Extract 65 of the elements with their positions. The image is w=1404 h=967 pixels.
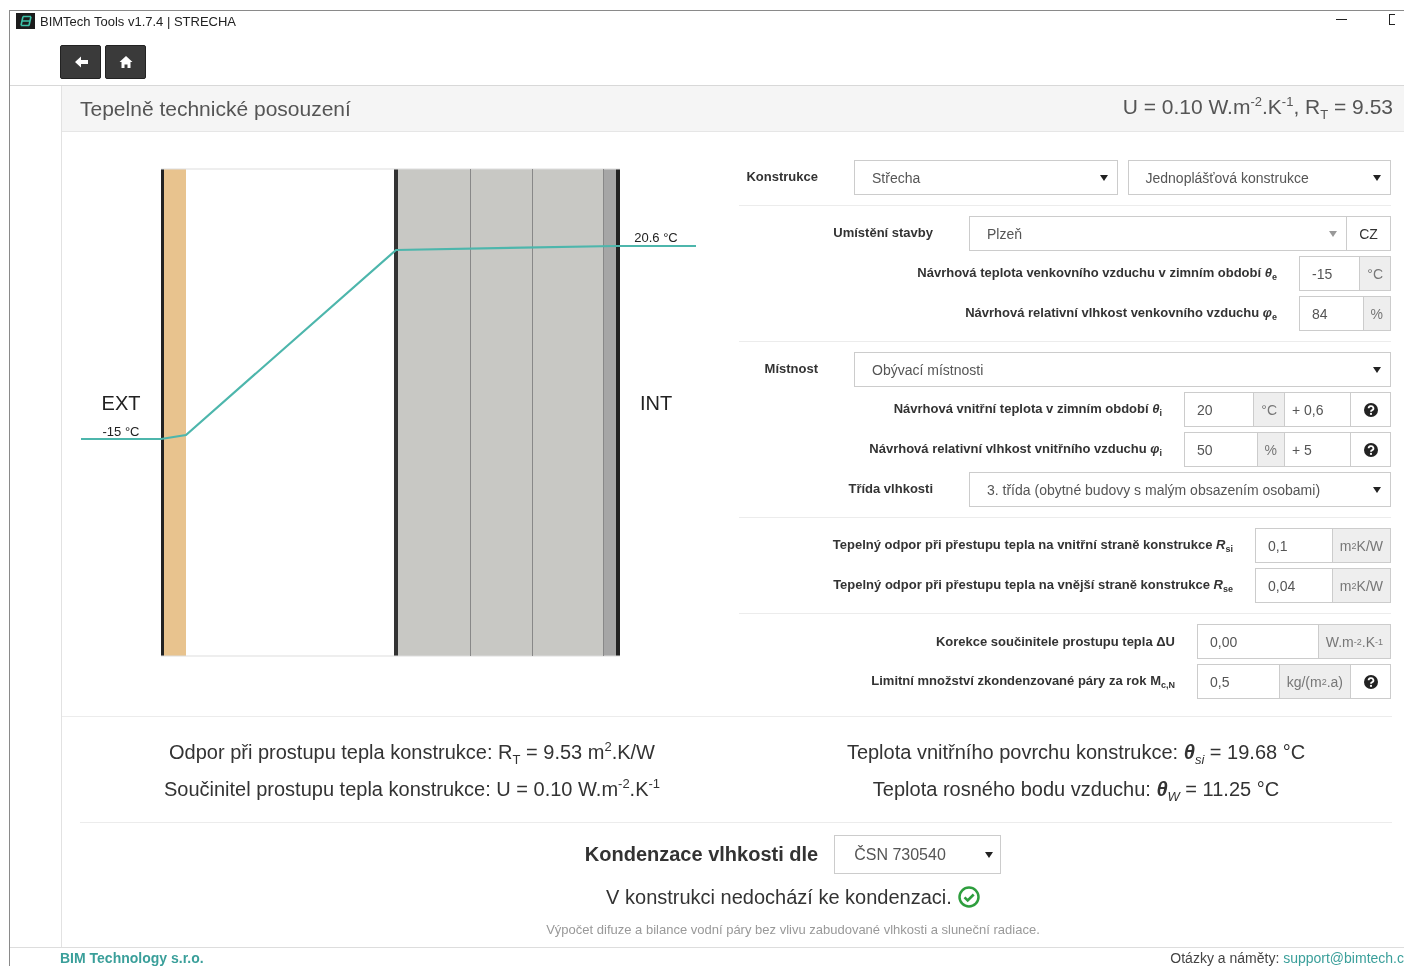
unit-label: % [1257, 432, 1285, 467]
result-text: Součinitel prostupu tepla konstrukce: U = 0.10 W.m$^{-2}$.K$^{-1}$ [163, 775, 661, 802]
help-icon[interactable] [1363, 442, 1378, 457]
calculation-note: Výpočet difuze a bilance vodní páry bez vlivu zabudované vlhkosti a sluneční radiace. [546, 921, 1040, 939]
input-field[interactable]: 84 [1299, 296, 1364, 331]
u-value-summary: U = 0.10 W.m$^{-2}$.K$^{-1}$, R$_{T}$ = 9.53 [1122, 94, 1393, 123]
unit-label: kg/(m$^{2}$.a) [1279, 664, 1351, 699]
caret-icon [1329, 230, 1337, 237]
contact-label: Otázky a náměty: [1170, 950, 1281, 966]
unit-label: m$^{2}$K/W [1332, 528, 1391, 563]
dropdown[interactable]: Jednoplášťová konstrukce [1127, 160, 1391, 195]
maximize-icon[interactable] [1389, 14, 1395, 25]
help-icon[interactable] [1363, 402, 1378, 417]
home-button[interactable] [105, 45, 146, 79]
page-title: Tepelně technické posouzení [80, 96, 351, 121]
exterior-label: EXT [101, 392, 141, 414]
field-label: Korekce součinitele prostupu tepla ΔU [934, 634, 1176, 649]
input-field[interactable]: 50 [1184, 432, 1258, 467]
interior-temperature: 20.6 °C [634, 230, 678, 245]
help-icon[interactable] [1363, 674, 1378, 689]
interior-label: INT [639, 392, 673, 414]
field-label: Návrhová teplota venkovního vzduchu v zimním období θ$_{e}$ [916, 265, 1278, 282]
country-code: CZ [1347, 216, 1391, 251]
input-field[interactable]: 0,5 [1197, 664, 1280, 699]
dropdown[interactable]: Střecha [854, 160, 1118, 195]
caret-icon [1373, 486, 1381, 493]
tolerance-field[interactable]: + 5 [1285, 432, 1351, 467]
unit-label: °C [1360, 256, 1391, 291]
dropdown[interactable]: Obývací místnosti [854, 352, 1391, 387]
app-logo-icon [16, 13, 35, 29]
unit-label: °C [1254, 392, 1285, 427]
tolerance-field[interactable]: + 0,6 [1285, 392, 1351, 427]
unit-label: m$^{2}$K/W [1332, 568, 1391, 603]
result-text: Teplota rosného bodu vzduchu: θ$_{W}$ = 11.25 °C [872, 777, 1280, 806]
result-text: Teplota vnitřního povrchu konstrukce: θ$_{si}$ = 19.68 °C [846, 740, 1306, 769]
field-label: Tepelný odpor při přestupu tepla na vnější straně konstrukce R$_{se}$ [832, 577, 1234, 594]
input-field[interactable]: 0,00 [1197, 624, 1319, 659]
field-label: Umístění stavby [832, 224, 934, 240]
input-field[interactable]: 0,1 [1255, 528, 1333, 563]
input-field[interactable]: 0,04 [1255, 568, 1333, 603]
caret-icon [1373, 174, 1381, 181]
caret-icon [1099, 174, 1108, 181]
field-label: Třída vlhkosti [847, 480, 934, 496]
combobox[interactable]: Plzeň [969, 216, 1347, 251]
input-field[interactable]: 20 [1184, 392, 1255, 427]
condensation-result: V konstrukci nedochází ke kondenzaci. [606, 885, 952, 909]
field-label: Konstrukce [745, 168, 819, 184]
result-text: Odpor při prostupu tepla konstrukce: R$_{T}$ = 9.53 m$^{2}$.K/W [169, 738, 655, 769]
field-label: Limitní množství zkondenzované páry za rok M$_{c,N}$ [870, 673, 1176, 690]
field-label: Tepelný odpor při přestupu tepla na vnitřní straně konstrukce R$_{si}$ [831, 537, 1234, 554]
field-label: Návrhová vnitřní teplota v zimním období θ$_{i}$ [892, 401, 1163, 418]
back-button[interactable] [60, 45, 101, 79]
unit-label: % [1363, 296, 1391, 331]
condensation-label: Kondenzace vlhkosti dle [584, 843, 819, 866]
home-icon [118, 55, 133, 69]
input-field[interactable]: -15 [1299, 256, 1361, 291]
window-title: BIMTech Tools v1.7.4 | STRECHA [40, 13, 237, 29]
dropdown[interactable]: 3. třída (obytné budovy s malým obsazením osobami) [969, 472, 1391, 507]
field-label: Návrhová relativní vlhkost vnitřního vzduchu φ$_{i}$ [868, 441, 1163, 458]
caret-icon [1373, 366, 1381, 373]
field-label: Místnost [763, 360, 819, 376]
exterior-temperature: -15 °C [102, 424, 140, 439]
unit-label: W.m$^{-2}$.K$^{-1}$ [1318, 624, 1391, 659]
field-label: Návrhová relativní vlhkost venkovního vzduchu φ$_{e}$ [964, 305, 1278, 322]
back-arrow-icon [73, 55, 88, 69]
